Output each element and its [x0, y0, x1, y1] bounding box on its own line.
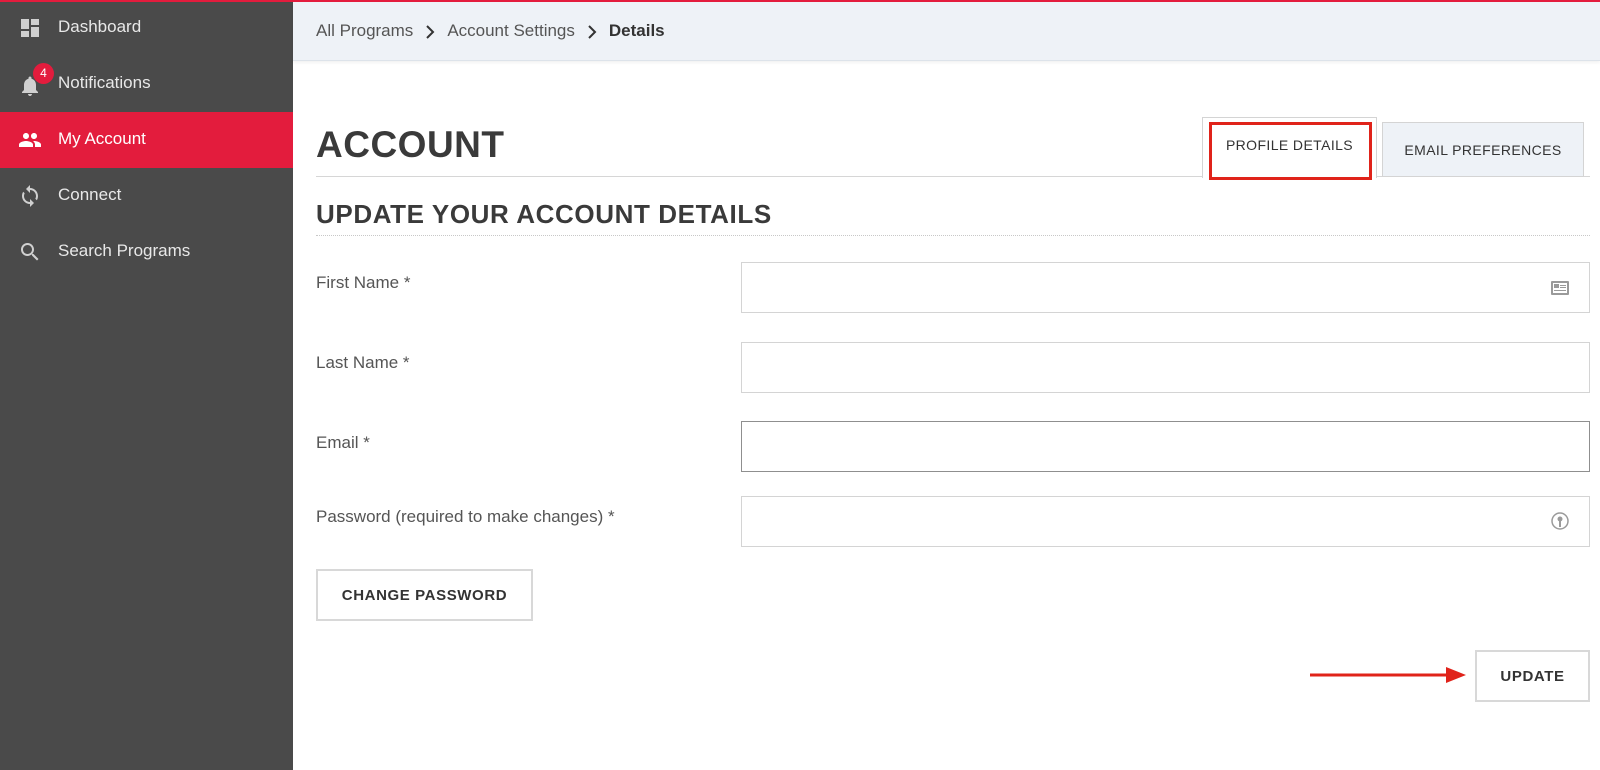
- breadcrumb-account-settings[interactable]: Account Settings: [447, 21, 575, 41]
- sidebar-item-label: Dashboard: [58, 17, 142, 36]
- breadcrumb: All Programs Account Settings Details: [316, 21, 665, 41]
- contact-card-icon[interactable]: [1550, 278, 1570, 298]
- password-label: Password (required to make changes) *: [316, 507, 615, 526]
- section-title: UPDATE YOUR ACCOUNT DETAILS: [316, 199, 772, 229]
- breadcrumb-current: Details: [608, 21, 665, 40]
- people-icon: [18, 128, 42, 152]
- sidebar-item-connect[interactable]: Connect: [0, 168, 293, 224]
- annotation-arrow-icon: [1310, 667, 1466, 683]
- sidebar-item-label: Notifications: [58, 73, 151, 92]
- tab-label: EMAIL PREFERENCES: [1404, 141, 1562, 158]
- chevron-right-icon: [425, 24, 435, 39]
- first-name-field[interactable]: [741, 262, 1590, 313]
- sidebar-item-label: Search Programs: [58, 241, 191, 260]
- sidebar-item-search-programs[interactable]: Search Programs: [0, 224, 293, 280]
- sidebar-item-my-account[interactable]: My Account: [0, 112, 293, 168]
- sidebar-item-notifications[interactable]: 4 Notifications: [0, 56, 293, 112]
- change-password-button[interactable]: CHANGE PASSWORD: [316, 569, 533, 621]
- tab-email-preferences[interactable]: EMAIL PREFERENCES: [1382, 122, 1584, 177]
- page-title: ACCOUNT: [316, 124, 505, 165]
- dashboard-icon: [18, 16, 42, 40]
- sidebar-item-dashboard[interactable]: Dashboard: [0, 0, 293, 56]
- top-accent-line: [0, 0, 1600, 2]
- first-name-label: First Name *: [316, 273, 411, 292]
- section-divider: [316, 235, 1590, 236]
- breadcrumb-all-programs[interactable]: All Programs: [316, 21, 413, 41]
- email-field[interactable]: [741, 421, 1590, 472]
- last-name-label: Last Name *: [316, 353, 410, 372]
- tab-label: PROFILE DETAILS: [1225, 137, 1354, 153]
- update-button[interactable]: UPDATE: [1475, 650, 1590, 702]
- notification-count-badge: 4: [33, 63, 54, 84]
- password-manager-key-icon[interactable]: [1550, 511, 1570, 531]
- sidebar-item-label: My Account: [58, 129, 146, 148]
- password-field[interactable]: [741, 496, 1590, 547]
- sidebar-item-label: Connect: [58, 185, 122, 204]
- chevron-right-icon: [587, 24, 597, 39]
- search-icon: [18, 240, 42, 264]
- header-bar: All Programs Account Settings Details: [293, 2, 1600, 61]
- sidebar: Dashboard 4 Notifications My Account Con…: [0, 0, 293, 770]
- sync-icon: [18, 184, 42, 208]
- last-name-field[interactable]: [741, 342, 1590, 393]
- email-label: Email *: [316, 433, 370, 452]
- tab-profile-details[interactable]: PROFILE DETAILS: [1202, 117, 1377, 180]
